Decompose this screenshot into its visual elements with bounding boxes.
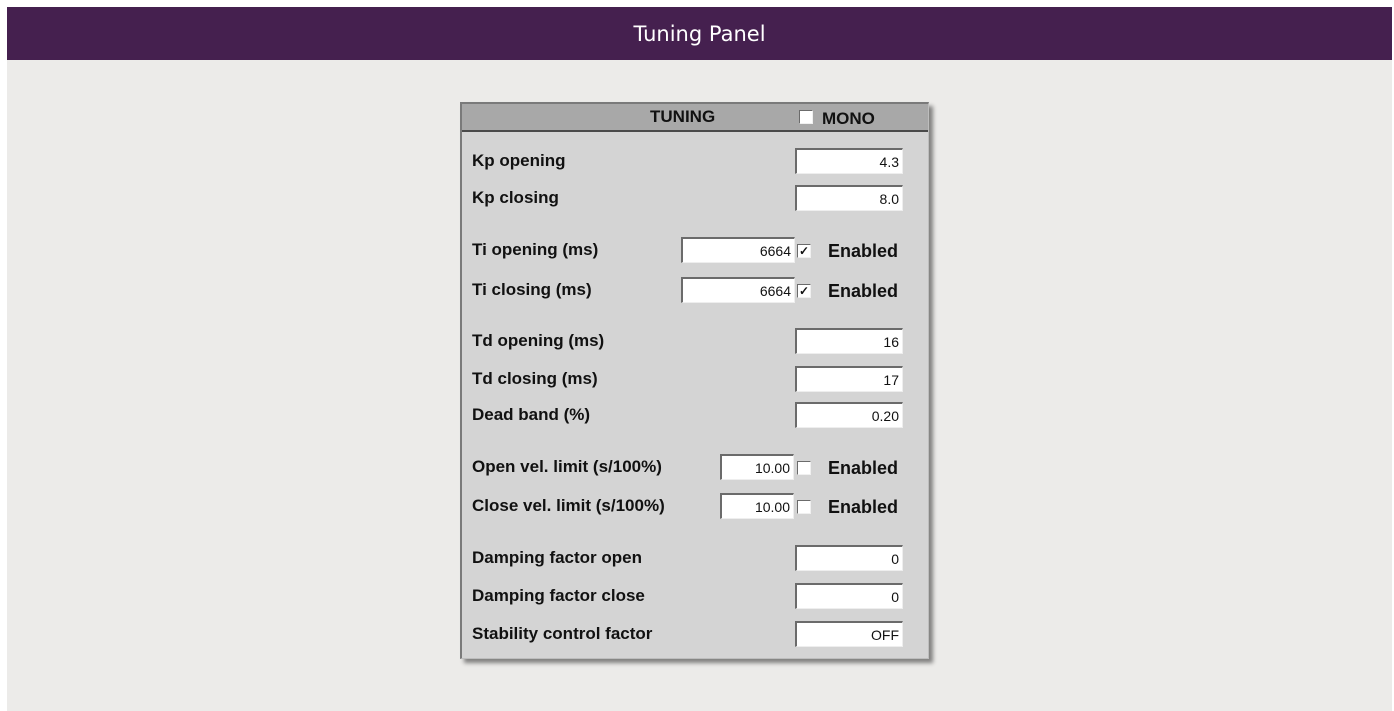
td-opening-row: Td opening (ms) 16 <box>462 328 928 358</box>
open-vel-limit-field[interactable]: 10.00 <box>720 454 794 480</box>
td-closing-row: Td closing (ms) 17 <box>462 366 928 396</box>
stability-control-field[interactable]: OFF <box>795 621 903 647</box>
mono-checkbox[interactable] <box>799 110 813 124</box>
kp-closing-field[interactable]: 8.0 <box>795 185 903 211</box>
kp-opening-label: Kp opening <box>472 151 566 170</box>
close-vel-enabled-checkbox[interactable] <box>797 500 811 514</box>
kp-opening-field[interactable]: 4.3 <box>795 148 903 174</box>
close-vel-enabled-label: Enabled <box>828 497 899 517</box>
open-vel-limit-label: Open vel. limit (s/100%) <box>472 457 662 476</box>
ti-closing-label: Ti closing (ms) <box>472 280 592 299</box>
stability-control-row: Stability control factor OFF <box>462 621 928 651</box>
ti-opening-row: Ti opening (ms) 6664 ✓ Enabled <box>462 237 928 267</box>
kp-opening-row: Kp opening 4.3 <box>462 148 928 178</box>
damping-close-field[interactable]: 0 <box>795 583 903 609</box>
ti-opening-field[interactable]: 6664 <box>681 237 795 263</box>
mono-label: MONO <box>822 109 875 128</box>
ti-closing-enabled-checkbox[interactable]: ✓ <box>797 284 811 298</box>
ti-opening-enabled-label: Enabled <box>828 241 899 261</box>
damping-close-label: Damping factor close <box>472 586 645 605</box>
kp-closing-label: Kp closing <box>472 188 559 207</box>
open-vel-limit-row: Open vel. limit (s/100%) 10.00 Enabled <box>462 454 928 484</box>
damping-open-row: Damping factor open 0 <box>462 545 928 575</box>
panel-header: TUNING MONO <box>462 104 928 132</box>
close-vel-limit-row: Close vel. limit (s/100%) 10.00 Enabled <box>462 493 928 523</box>
close-vel-limit-label: Close vel. limit (s/100%) <box>472 496 665 515</box>
banner-title: Tuning Panel <box>633 21 766 46</box>
damping-open-field[interactable]: 0 <box>795 545 903 571</box>
damping-close-row: Damping factor close 0 <box>462 583 928 613</box>
open-vel-enabled-checkbox[interactable] <box>797 461 811 475</box>
stability-control-label: Stability control factor <box>472 624 653 643</box>
open-vel-enabled-label: Enabled <box>828 458 899 478</box>
page-banner: Tuning Panel <box>7 7 1392 60</box>
panel-title: TUNING <box>650 107 716 126</box>
close-vel-limit-field[interactable]: 10.00 <box>720 493 794 519</box>
dead-band-label: Dead band (%) <box>472 405 591 424</box>
tuning-panel: TUNING MONO Kp opening 4.3 Kp closing 8.… <box>460 102 929 659</box>
dead-band-field[interactable]: 0.20 <box>795 402 903 428</box>
ti-closing-enabled-label: Enabled <box>828 281 899 301</box>
td-opening-label: Td opening (ms) <box>472 331 605 350</box>
ti-closing-row: Ti closing (ms) 6664 ✓ Enabled <box>462 277 928 307</box>
damping-open-label: Damping factor open <box>472 548 643 567</box>
ti-opening-enabled-checkbox[interactable]: ✓ <box>797 244 811 258</box>
td-closing-label: Td closing (ms) <box>472 369 598 388</box>
dead-band-row: Dead band (%) 0.20 <box>462 402 928 432</box>
td-opening-field[interactable]: 16 <box>795 328 903 354</box>
ti-closing-field[interactable]: 6664 <box>681 277 795 303</box>
td-closing-field[interactable]: 17 <box>795 366 903 392</box>
kp-closing-row: Kp closing 8.0 <box>462 185 928 215</box>
ti-opening-label: Ti opening (ms) <box>472 240 599 259</box>
